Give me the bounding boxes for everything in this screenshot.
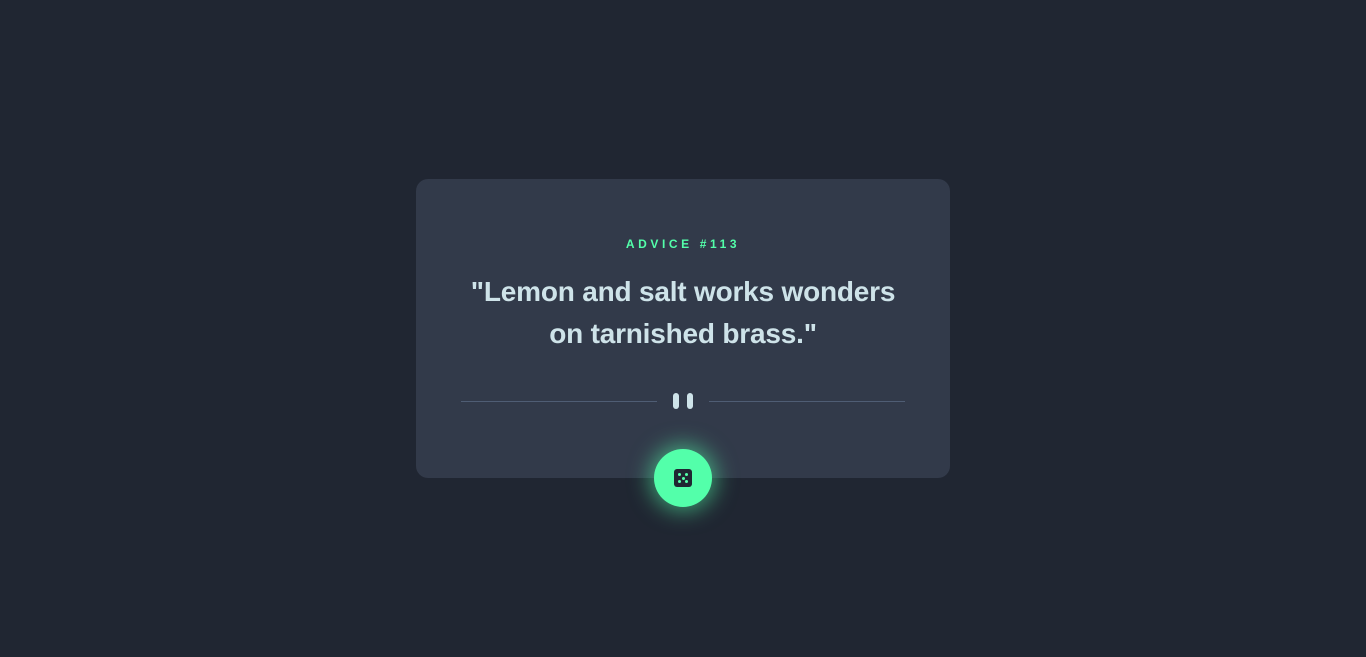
- advice-quote: "Lemon and salt works wonders on tarnish…: [470, 276, 896, 349]
- page: ADVICE #113 "Lemon and salt works wonder…: [0, 0, 1366, 657]
- advice-number: ADVICE #113: [625, 237, 741, 251]
- dice-icon: [674, 469, 692, 487]
- pause-bar-right: [687, 393, 693, 409]
- pattern-divider: [461, 392, 905, 410]
- pause-icon: [672, 392, 694, 410]
- divider-line-right: [709, 401, 905, 402]
- pause-bar-left: [673, 393, 679, 409]
- advice-card: ADVICE #113 "Lemon and salt works wonder…: [416, 179, 950, 478]
- new-advice-button[interactable]: [654, 449, 712, 507]
- divider-line-left: [461, 401, 657, 402]
